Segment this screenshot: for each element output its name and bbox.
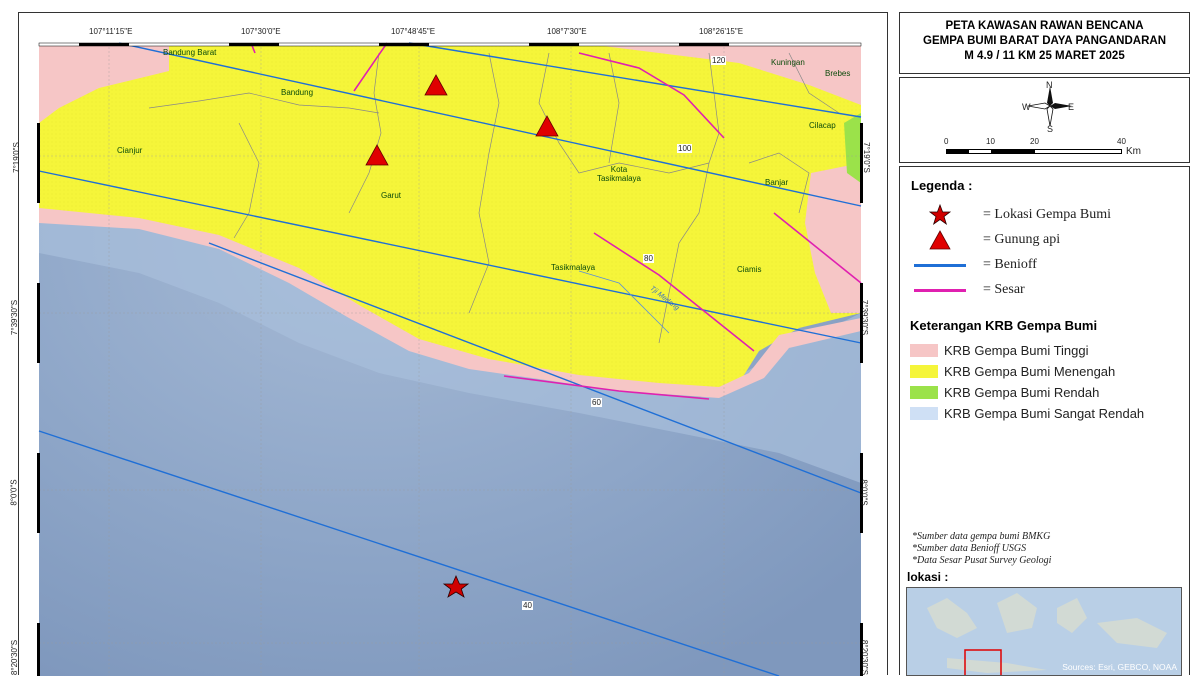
scale-tick: 0 [944,137,949,146]
benioff-label: 80 [643,254,654,263]
legend-label: = Sesar [983,282,1025,297]
lon-label: 108°26'15"E [699,27,744,36]
east-label: E [1068,102,1075,112]
legend-label: = Lokasi Gempa Bumi [983,207,1112,222]
krb-label: KRB Gempa Bumi Rendah [944,385,1100,400]
place-label: Cilacap [809,121,836,130]
lon-label: 107°48'45"E [391,27,436,36]
krb-label: KRB Gempa Bumi Sangat Rendah [944,406,1145,421]
lat-label-right: 8°20'30"S [860,639,870,676]
krb-heading: Keterangan KRB Gempa Bumi [910,318,1098,333]
legend-item-fault: = Sesar [912,280,1025,300]
inset-map[interactable]: Sources: Esri, GEBCO, NOAA [906,587,1182,676]
source-note: *Sumber data gempa bumi BMKG [912,531,1051,542]
benioff-label: 100 [677,144,693,153]
triangle-icon [928,230,951,250]
location-heading: lokasi : [907,570,949,584]
scale-unit: Km [1126,146,1141,157]
krb-item-low: KRB Gempa Bumi Rendah [910,384,1099,401]
lat-label-left: 8°0'0"S [9,479,19,506]
lon-label: 107°30'0"E [241,27,281,36]
benioff-line-swatch [913,263,966,267]
title-box: PETA KAWASAN RAWAN BENCANA GEMPA BUMI BA… [899,12,1190,74]
lon-label: 108°7'30"E [547,27,587,36]
legend-label: = Benioff [983,257,1037,272]
legend-item-volcano: = Gunung api [912,230,1060,250]
krb-label: KRB Gempa Bumi Menengah [944,364,1116,379]
benioff-label: 40 [522,601,533,610]
krb-item-moderate: KRB Gempa Bumi Menengah [910,363,1115,380]
scale-tick: 40 [1117,137,1126,146]
place-label: Tasikmalaya [551,263,596,272]
place-label: Cianjur [117,146,143,155]
legend-label: = Gunung api [983,232,1061,247]
place-label: Brebes [825,69,851,78]
scale-tick: 10 [986,137,995,146]
place-label: Kota Tasikmalaya [596,165,641,183]
map-frame: 107°11'15"E 107°30'0"E 107°48'45"E 108°7… [10,12,889,676]
legend-box: Legenda : = Lokasi Gempa Bumi = Gunung a… [899,166,1190,676]
place-label: Garut [381,191,402,200]
map-title-line1: PETA KAWASAN RAWAN BENCANA [945,20,1144,32]
legend-item-benioff: = Benioff [912,255,1037,275]
place-label: Ciamis [737,265,762,274]
map-title-line2: GEMPA BUMI BARAT DAYA PANGANDARAN [923,35,1166,47]
krb-item-very-low: KRB Gempa Bumi Sangat Rendah [910,405,1144,422]
place-label: Bandung [281,88,314,97]
inset-credit: Sources: Esri, GEBCO, NOAA [1062,662,1177,672]
krb-item-high: KRB Gempa Bumi Tinggi [910,342,1089,359]
star-icon [928,204,951,225]
source-note: *Data Sesar Pusat Survey Geologi [912,555,1052,566]
place-label: Bandung Barat [163,48,217,57]
place-label: Banjar [765,178,789,187]
north-scale-box: N S W E 0 10 20 40 Km [899,77,1190,163]
legend-heading: Legenda : [911,178,973,193]
lat-label-right: 8°0'0"S [859,479,869,506]
scale-tick: 20 [1030,137,1039,146]
lat-label-left: 7°19'0"S [11,142,21,173]
map-canvas[interactable] [19,13,889,676]
map-title-line3: M 4.9 / 11 KM 25 MARET 2025 [964,50,1125,62]
lon-label: 107°11'15"E [89,27,133,36]
source-note: *Sumber data Benioff USGS [912,543,1027,554]
krb-label: KRB Gempa Bumi Tinggi [944,343,1089,358]
west-label: W [1022,102,1031,112]
benioff-label: 60 [591,398,602,407]
scale-bar [946,149,1122,154]
lat-label-left: 7°39'30"S [10,299,20,336]
legend-item-earthquake: = Lokasi Gempa Bumi [912,204,1112,225]
lat-label-left: 8°20'30"S [10,639,20,676]
benioff-label: 120 [711,56,727,65]
lat-label-right: 7°39'30"S [860,299,870,336]
lat-label-right: 7°19'0"S [861,142,871,173]
north-label: N [1046,80,1053,90]
south-label: S [1047,124,1054,134]
fault-line-swatch [913,288,966,292]
place-label: Kuningan [771,58,805,67]
